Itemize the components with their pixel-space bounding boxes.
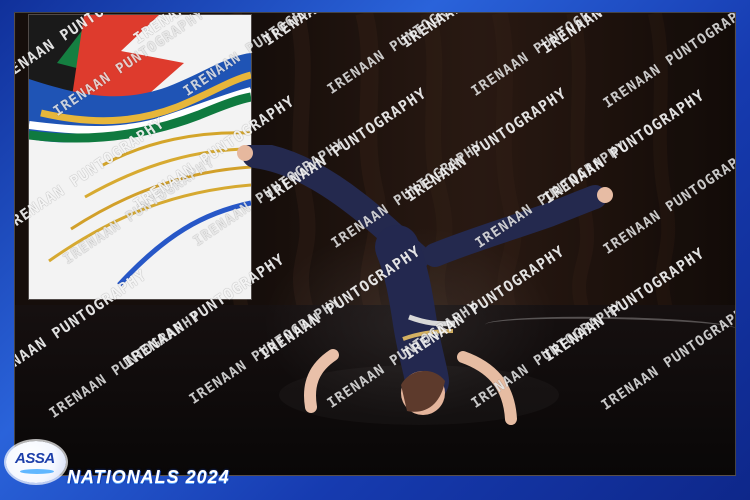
photo-card-frame: IRENAAN PUNTOGRAPHY IRENAAN PUNTOGRAPHY … <box>0 0 750 500</box>
assa-logo: ASSA <box>6 441 66 483</box>
assa-logo-text: ASSA <box>15 450 55 467</box>
south-africa-banner <box>28 15 252 299</box>
banner-graphic <box>28 15 252 299</box>
dance-photo: IRENAAN PUNTOGRAPHY IRENAAN PUNTOGRAPHY … <box>14 12 736 476</box>
dancer-figure <box>237 145 613 425</box>
event-title: NATIONALS 2024 <box>67 467 230 487</box>
assa-logo-swoosh <box>20 469 54 474</box>
